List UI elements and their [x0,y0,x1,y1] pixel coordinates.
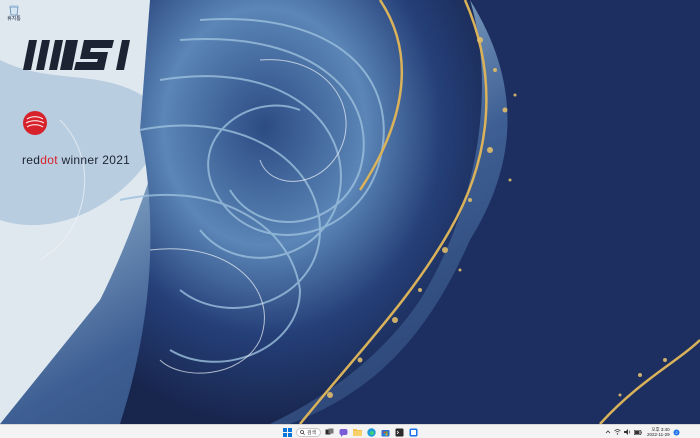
taskbar: 검색 오후 3:40 2022-11-29 2 [0,424,700,438]
award-red: red [22,153,41,167]
speaker-icon[interactable] [624,429,631,435]
edge-button[interactable] [366,427,377,438]
chat-button[interactable] [338,427,349,438]
chevron-up-icon[interactable] [605,429,611,435]
store-icon [381,429,390,436]
taskbar-clock[interactable]: 오후 3:40 2022-11-29 [647,427,670,437]
clock-date: 2022-11-29 [647,432,670,437]
battery-icon[interactable] [634,429,642,435]
file-explorer-button[interactable] [352,427,363,438]
notification-icon[interactable]: 2 [673,429,680,436]
edge-icon [367,427,376,437]
reddot-logo [22,110,48,141]
settings-button[interactable] [408,427,419,438]
taskbar-search[interactable]: 검색 [296,427,321,437]
desktop-icon-label: 휴지통 [7,16,21,22]
award-suffix: winner 2021 [57,153,131,167]
desktop-icon-recycle-bin[interactable]: 휴지통 [3,3,25,22]
taskbar-center: 검색 [282,426,419,438]
task-view-button[interactable] [324,427,335,438]
windows-start-icon [283,427,292,437]
chat-icon [339,428,348,437]
reddot-award-text: reddot winner 2021 [22,153,130,167]
folder-icon [353,429,362,436]
desktop[interactable]: 휴지통 reddot winner 2021 [0,0,700,424]
recycle-bin-icon [7,3,21,16]
terminal-icon [395,428,404,436]
task-view-icon [325,428,334,435]
settings-icon [409,428,418,436]
terminal-button[interactable] [394,427,405,438]
msi-logo [22,38,140,77]
search-label: 검색 [307,429,317,436]
system-tray: 오후 3:40 2022-11-29 2 [605,426,680,438]
wifi-icon[interactable] [614,429,621,435]
store-button[interactable] [380,427,391,438]
start-button[interactable] [282,427,293,438]
search-icon [300,429,305,435]
award-dot: dot [40,153,58,167]
